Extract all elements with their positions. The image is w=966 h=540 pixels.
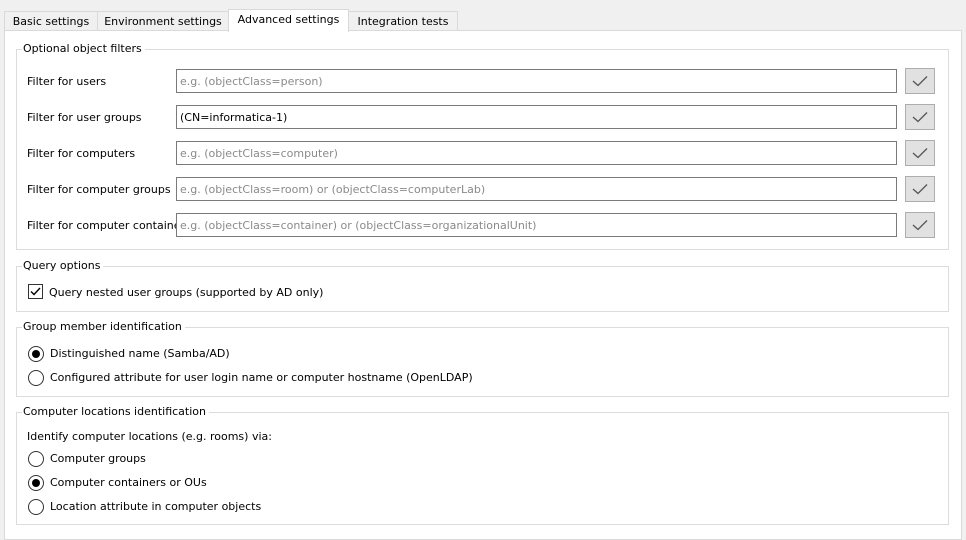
checkmark-icon <box>912 184 928 195</box>
tab-label: Environment settings <box>104 15 222 28</box>
test-filter-computer-containers-button[interactable] <box>905 212 935 238</box>
group-member-identification-title: Group member identification <box>22 320 185 333</box>
computer-containers-radio[interactable] <box>28 475 44 491</box>
configured-attribute-radio[interactable] <box>28 370 44 386</box>
filter-users-label: Filter for users <box>27 75 107 88</box>
tab-label: Advanced settings <box>237 13 340 26</box>
computer-locations-intro: Identify computer locations (e.g. rooms)… <box>27 430 272 443</box>
filter-computer-containers-input[interactable]: e.g. (objectClass=container) or (objectC… <box>176 213 897 237</box>
tab-label: Integration tests <box>357 15 449 28</box>
location-attribute-radio[interactable] <box>28 499 44 515</box>
checkmark-icon <box>30 287 41 296</box>
distinguished-name-label: Distinguished name (Samba/AD) <box>50 347 230 360</box>
computer-containers-label: Computer containers or OUs <box>50 476 207 489</box>
filter-computer-containers-label: Filter for computer containers <box>27 219 191 232</box>
test-filter-users-button[interactable] <box>905 68 935 94</box>
location-attribute-label: Location attribute in computer objects <box>50 500 262 513</box>
filter-computers-input[interactable]: e.g. (objectClass=computer) <box>176 141 897 165</box>
computer-groups-label: Computer groups <box>50 452 146 465</box>
tab-label: Basic settings <box>12 15 90 28</box>
group-member-identification-group <box>16 327 949 397</box>
filter-computer-containers-placeholder: e.g. (objectClass=container) or (objectC… <box>180 219 537 232</box>
checkmark-icon <box>912 220 928 231</box>
filter-user-groups-value: (CN=informatica-1) <box>180 111 288 124</box>
query-nested-groups-label: Query nested user groups (supported by A… <box>49 286 324 299</box>
test-filter-computers-button[interactable] <box>905 140 935 166</box>
filter-computer-groups-input[interactable]: e.g. (objectClass=room) or (objectClass=… <box>176 177 897 201</box>
tab-integration-tests[interactable]: Integration tests <box>348 11 458 31</box>
checkmark-icon <box>912 76 928 87</box>
test-filter-user-groups-button[interactable] <box>905 104 935 130</box>
filter-user-groups-input[interactable]: (CN=informatica-1) <box>176 105 897 129</box>
query-options-title: Query options <box>22 259 104 272</box>
filter-user-groups-label: Filter for user groups <box>27 111 142 124</box>
tab-bar: Basic settings Environment settings Adva… <box>4 9 954 32</box>
test-filter-computer-groups-button[interactable] <box>905 176 935 202</box>
computer-locations-title: Computer locations identification <box>22 405 209 418</box>
tab-environment-settings[interactable]: Environment settings <box>97 11 229 31</box>
checkmark-icon <box>912 148 928 159</box>
configured-attribute-label: Configured attribute for user login name… <box>50 371 473 384</box>
filter-computers-label: Filter for computers <box>27 147 136 160</box>
filter-computer-groups-placeholder: e.g. (objectClass=room) or (objectClass=… <box>180 183 486 196</box>
object-filters-title: Optional object filters <box>22 42 145 55</box>
tab-advanced-settings[interactable]: Advanced settings <box>228 9 349 32</box>
filter-users-input[interactable]: e.g. (objectClass=person) <box>176 69 897 93</box>
filter-users-placeholder: e.g. (objectClass=person) <box>180 75 323 88</box>
computer-groups-radio[interactable] <box>28 451 44 467</box>
distinguished-name-radio[interactable] <box>28 346 44 362</box>
query-nested-groups-checkbox[interactable] <box>28 284 43 299</box>
filter-computers-placeholder: e.g. (objectClass=computer) <box>180 147 338 160</box>
checkmark-icon <box>912 112 928 123</box>
filter-computer-groups-label: Filter for computer groups <box>27 183 171 196</box>
tab-basic-settings[interactable]: Basic settings <box>4 11 98 31</box>
